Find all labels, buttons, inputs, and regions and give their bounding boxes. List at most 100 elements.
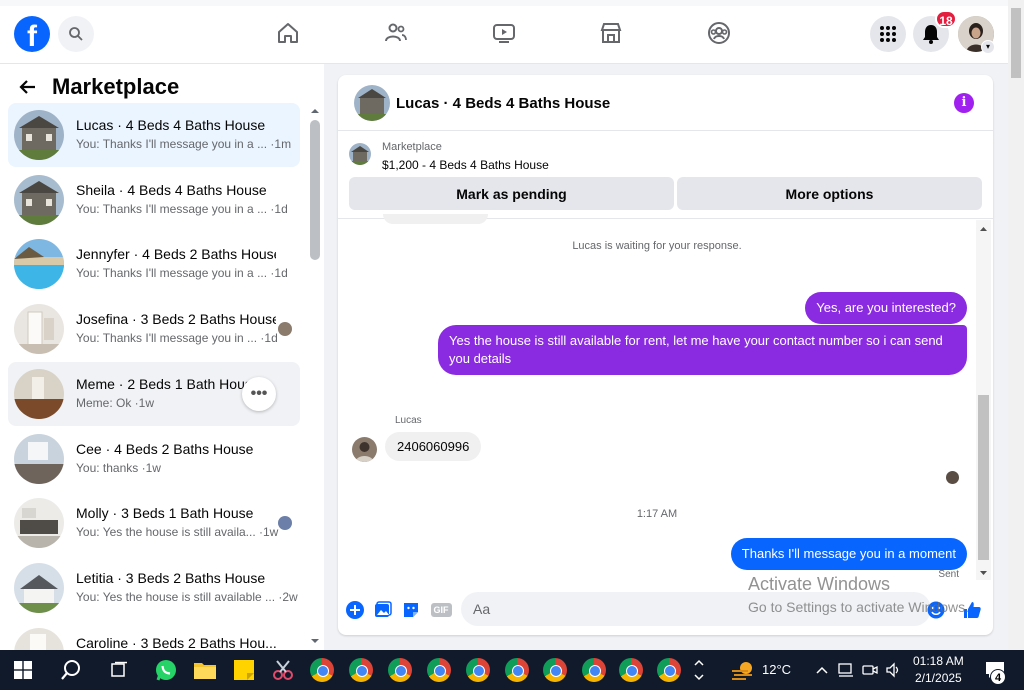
network-tray[interactable] [834, 656, 858, 684]
file-explorer-taskbar[interactable] [190, 656, 220, 684]
emoji-button[interactable] [926, 600, 946, 620]
chrome-taskbar-6[interactable] [502, 656, 532, 684]
chrome-taskbar-4[interactable] [424, 656, 454, 684]
search-button[interactable] [58, 16, 94, 52]
listing-thumbnail[interactable] [349, 143, 371, 165]
notification-count-badge: 4 [990, 669, 1006, 685]
incoming-message[interactable]: 2406060996 [385, 432, 482, 461]
sidebar-title: Marketplace [52, 74, 180, 99]
chrome-taskbar-9[interactable] [616, 656, 646, 684]
add-button[interactable] [345, 600, 365, 620]
taskbar-scroll[interactable] [690, 656, 708, 684]
info-icon[interactable]: i [954, 93, 974, 113]
video-call-icon [862, 665, 878, 675]
conversation-item[interactable]: Josefina · 3 Beds 2 Baths House You: Tha… [8, 297, 300, 361]
outgoing-message[interactable]: Thanks I'll message you in a moment [730, 538, 967, 570]
chrome-taskbar-8[interactable] [579, 656, 609, 684]
sticker-icon [404, 603, 418, 617]
clock-time[interactable]: 01:18 AM [913, 654, 964, 668]
chrome-taskbar-7[interactable] [540, 656, 570, 684]
waiting-notice: Lucas is waiting for your response. [572, 240, 742, 252]
sender-name: Lucas [395, 415, 422, 426]
conversation-snippet: You: Thanks I'll message you in ... ·1d [76, 331, 278, 345]
sidebar-scrollbar[interactable] [308, 104, 322, 650]
sender-avatar[interactable] [352, 437, 377, 462]
sticky-note-icon [234, 660, 254, 680]
meet-now-tray[interactable] [858, 656, 882, 684]
conversation-item[interactable]: Lucas · 4 Beds 4 Baths House You: Thanks… [8, 103, 300, 167]
snipping-tool-icon [273, 660, 293, 680]
conversation-more-button[interactable]: ••• [242, 377, 276, 411]
chrome-icon [505, 658, 529, 682]
marketplace-nav[interactable] [598, 20, 624, 46]
conversation-snippet: You: Yes the house is still availa... ·1… [76, 525, 279, 539]
friends-nav[interactable] [383, 20, 409, 46]
chat-panel: Lucas · 4 Beds 4 Baths House i Marketpla… [338, 75, 993, 635]
groups-nav[interactable] [706, 20, 732, 46]
conversation-snippet: You: Thanks I'll message you in a ... ·1… [76, 266, 288, 280]
folder-icon [194, 663, 216, 679]
home-nav[interactable] [275, 20, 301, 46]
conversation-item[interactable]: Letitia · 3 Beds 2 Baths House You: Yes … [8, 556, 300, 620]
video-nav[interactable] [491, 20, 517, 46]
conversation-item[interactable]: Jennyfer · 4 Beds 2 Baths House You: Tha… [8, 232, 300, 296]
conversation-item[interactable]: Sheila · 4 Beds 4 Baths House You: Thank… [8, 168, 300, 232]
show-hidden-icons[interactable] [810, 656, 834, 684]
snipping-tool-taskbar[interactable] [268, 656, 298, 684]
taskbar-search-button[interactable] [56, 656, 86, 684]
listing-thumbnail [14, 369, 64, 419]
conversation-title: Cee · 4 Beds 2 Baths House [76, 441, 254, 457]
friends-icon [385, 23, 407, 42]
chat-contact-name[interactable]: Lucas · 4 Beds 4 Baths House [396, 95, 610, 112]
conversation-item[interactable]: Cee · 4 Beds 2 Baths House You: thanks ·… [8, 427, 300, 491]
listing-banner: Marketplace $1,200 - 4 Beds 4 Baths Hous… [338, 131, 993, 219]
chrome-taskbar-1[interactable] [307, 656, 337, 684]
conversation-item[interactable]: Meme · 2 Beds 1 Bath House Meme: Ok ·1w … [8, 362, 300, 426]
like-button[interactable] [962, 600, 982, 620]
chrome-taskbar-10[interactable] [654, 656, 684, 684]
marketplace-icon [600, 23, 622, 43]
outgoing-message[interactable]: Yes the house is still available for ren… [438, 325, 967, 375]
menu-button[interactable] [870, 16, 906, 52]
outgoing-message[interactable]: Yes, are you interested? [805, 292, 967, 324]
page-scrollbar[interactable] [1008, 0, 1024, 650]
chrome-icon [543, 658, 567, 682]
sticker-button[interactable] [401, 600, 421, 620]
start-button[interactable] [8, 656, 38, 684]
windows-taskbar: 12°C 01:18 AM 2/1/2025 4 [0, 650, 1024, 690]
search-icon [61, 660, 80, 680]
chevron-updown-icon [694, 659, 704, 681]
temperature[interactable]: 12°C [762, 662, 791, 677]
back-arrow-icon[interactable] [18, 77, 38, 97]
task-view-button[interactable] [104, 656, 134, 684]
listing-price[interactable]: $1,200 - 4 Beds 4 Baths House [382, 158, 549, 172]
sticky-notes-taskbar[interactable] [229, 656, 259, 684]
seen-avatar-icon [278, 516, 292, 530]
conversation-snippet: Meme: Ok ·1w [76, 396, 155, 410]
chrome-taskbar-3[interactable] [385, 656, 415, 684]
plus-circle-icon [346, 601, 364, 619]
contact-avatar[interactable] [354, 85, 390, 121]
windows-logo-icon [14, 661, 32, 679]
gif-button[interactable]: GIF [429, 600, 453, 620]
chrome-icon [657, 658, 681, 682]
chrome-taskbar-2[interactable] [346, 656, 376, 684]
chrome-taskbar-5[interactable] [463, 656, 493, 684]
volume-tray[interactable] [881, 656, 905, 684]
weather-widget[interactable] [728, 656, 758, 684]
message-input[interactable]: Aa [461, 592, 931, 626]
listing-thumbnail [14, 110, 64, 160]
more-options-button[interactable]: More options [677, 177, 982, 210]
whatsapp-taskbar[interactable] [151, 656, 181, 684]
chrome-icon [619, 658, 643, 682]
conversation-item[interactable]: Caroline · 3 Beds 2 Baths Hou... [8, 621, 300, 650]
conversation-title: Jennyfer · 4 Beds 2 Baths House [76, 246, 276, 262]
facebook-logo[interactable]: f [14, 16, 50, 52]
conversation-item[interactable]: Molly · 3 Beds 1 Bath House You: Yes the… [8, 491, 300, 555]
account-chevron-icon[interactable]: ▾ [981, 40, 995, 54]
clock-date[interactable]: 2/1/2025 [915, 671, 962, 685]
photo-button[interactable] [373, 600, 393, 620]
mark-pending-button[interactable]: Mark as pending [349, 177, 674, 210]
photo-icon [375, 601, 392, 617]
chat-scrollbar[interactable] [976, 220, 991, 580]
